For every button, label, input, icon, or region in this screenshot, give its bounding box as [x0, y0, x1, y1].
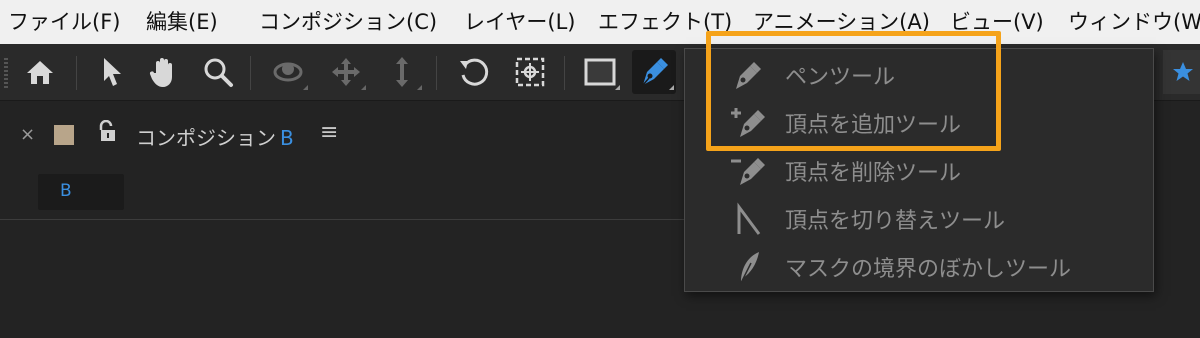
dolly-camera-icon[interactable]: [380, 50, 424, 94]
menu-edit[interactable]: 編集(E): [146, 0, 218, 44]
menu-file[interactable]: ファイル(F): [8, 0, 120, 44]
highlight-box: [706, 31, 1001, 151]
rectangle-icon[interactable]: [578, 50, 622, 94]
menu-window[interactable]: ウィンドウ(W): [1068, 0, 1200, 44]
menu-item-label: 頂点を切り替えツール: [785, 209, 1006, 234]
orbit-camera-icon[interactable]: [266, 50, 310, 94]
menu-item-convert-vertex-tool[interactable]: 頂点を切り替えツール: [685, 193, 1153, 241]
selection-arrow-icon[interactable]: [90, 50, 134, 94]
home-icon[interactable]: [18, 50, 62, 94]
toolbar-grip[interactable]: [4, 58, 8, 88]
panel-menu-button[interactable]: ≡: [320, 120, 338, 145]
delete-vertex-icon: [729, 153, 765, 189]
convert-vertex-icon: [729, 201, 765, 237]
menu-item-label: マスクの境界のぼかしツール: [785, 257, 1072, 282]
menu-bar: ファイル(F) 編集(E) コンポジション(C) レイヤー(L) エフェクト(T…: [0, 0, 1200, 44]
star-icon[interactable]: [1163, 50, 1200, 94]
composition-tab[interactable]: B: [38, 174, 124, 210]
menu-item-mask-feather-tool[interactable]: マスクの境界のぼかしツール: [685, 241, 1153, 289]
panel-divider: [0, 219, 690, 220]
hand-icon[interactable]: [142, 50, 186, 94]
composition-color-swatch: [54, 125, 74, 145]
panel-title-label: コンポジション: [136, 126, 276, 150]
toolbar-separator: [76, 56, 77, 90]
toolbar-separator: [564, 56, 565, 90]
toolbar-separator: [250, 56, 251, 90]
unlock-icon[interactable]: [98, 119, 120, 144]
anchor-point-icon[interactable]: [508, 50, 552, 94]
composition-name: B: [280, 126, 294, 150]
pan-camera-icon[interactable]: [324, 50, 368, 94]
zoom-icon[interactable]: [196, 50, 240, 94]
composition-tab-label: B: [60, 181, 72, 201]
close-panel-button[interactable]: ×: [20, 124, 35, 145]
menu-item-delete-vertex-tool[interactable]: 頂点を削除ツール: [685, 145, 1153, 193]
toolbar-separator: [436, 56, 437, 90]
menu-item-label: 頂点を削除ツール: [785, 161, 962, 186]
menu-composition[interactable]: コンポジション(C): [259, 0, 437, 44]
menu-layer[interactable]: レイヤー(L): [464, 0, 575, 44]
pen-icon[interactable]: [632, 50, 676, 94]
panel-title[interactable]: コンポジション B: [136, 122, 294, 151]
rotate-icon[interactable]: [452, 50, 496, 94]
mask-feather-icon: [729, 249, 765, 285]
